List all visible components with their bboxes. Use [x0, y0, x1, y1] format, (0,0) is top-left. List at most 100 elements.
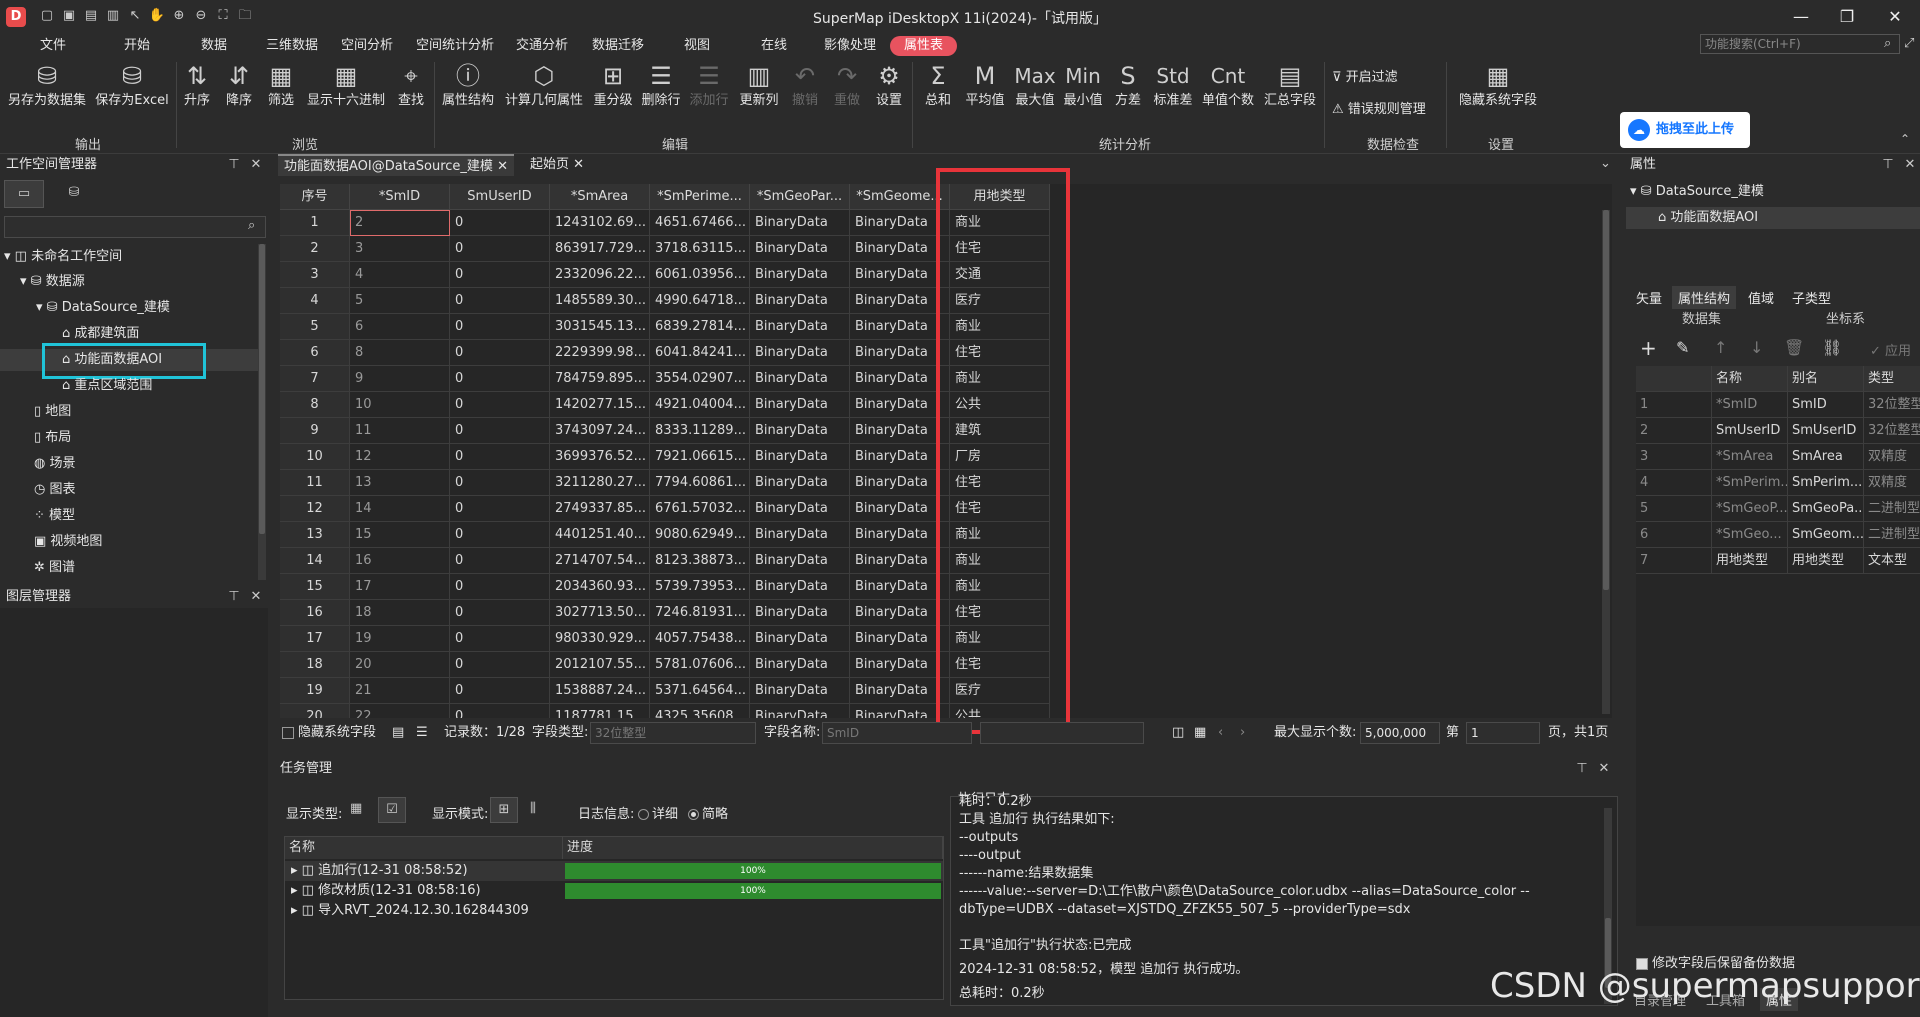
table-cell-smarea[interactable]: 3031545.13...	[550, 314, 650, 340]
close-icon[interactable]: ✕	[1596, 758, 1612, 780]
table-cell-smid[interactable]: 18	[350, 600, 450, 626]
field-cell-name[interactable]: 用地类型	[1712, 548, 1788, 574]
table-cell-smperimeter[interactable]: 6761.57032...	[650, 496, 750, 522]
table-cell-smgeometry[interactable]: BinaryData	[850, 236, 950, 262]
table-cell-smperimeter[interactable]: 8123.38873...	[650, 548, 750, 574]
table-cell-smarea[interactable]: 1538887.24...	[550, 678, 650, 704]
table-cell-smgeometry[interactable]: BinaryData	[850, 366, 950, 392]
attr-structure-button[interactable]: ⓘ 属性结构	[440, 60, 496, 116]
row-header[interactable]: 7	[280, 366, 350, 392]
field-cell-type[interactable]: 32位整型	[1864, 418, 1920, 444]
row-header[interactable]: 20	[280, 704, 350, 718]
table-cell-smgeoparam[interactable]: BinaryData	[750, 418, 850, 444]
column-header-smarea[interactable]: *SmArea	[550, 184, 650, 210]
table-cell-smperimeter[interactable]: 6061.03956...	[650, 262, 750, 288]
table-cell-smid[interactable]: 16	[350, 548, 450, 574]
table-cell-smarea[interactable]: 3211280.27...	[550, 470, 650, 496]
field-cell-type[interactable]: 双精度	[1864, 470, 1920, 496]
table-cell-smgeoparam[interactable]: BinaryData	[750, 444, 850, 470]
table-cell-smgeoparam[interactable]: BinaryData	[750, 600, 850, 626]
calendar-icon[interactable]: ▦	[350, 801, 362, 816]
table-cell-smgeometry[interactable]: BinaryData	[850, 548, 950, 574]
field-cell-alias[interactable]: SmGeom...	[1788, 522, 1864, 548]
table-cell-smgeoparam[interactable]: BinaryData	[750, 392, 850, 418]
menu-3d-data[interactable]: 三维数据	[262, 36, 322, 56]
table-icon[interactable]: ▦	[1194, 724, 1206, 742]
move-down-icon[interactable]: ↓	[1750, 338, 1763, 357]
show-hex-button[interactable]: ▦ 显示十六进制	[304, 60, 388, 116]
table-cell-smid[interactable]: 11	[350, 418, 450, 444]
table-cell-smgeometry[interactable]: BinaryData	[850, 262, 950, 288]
field-cell-alias[interactable]: SmPerim...	[1788, 470, 1864, 496]
prop-tab-vector[interactable]: 矢量	[1636, 288, 1662, 307]
stddev-button[interactable]: Std 标准差	[1150, 60, 1196, 116]
tree-workspace[interactable]: ▾ ◫ 未命名工作空间	[4, 246, 122, 268]
save-as-excel-button[interactable]: ⛁ 保存为Excel	[92, 60, 172, 116]
table-cell-smid[interactable]: 2	[350, 210, 450, 236]
menu-view[interactable]: 视图	[680, 36, 714, 56]
field-cell-name[interactable]: *SmGeo...	[1712, 522, 1788, 548]
menu-traffic[interactable]: 交通分析	[512, 36, 572, 56]
search-icon[interactable]: ⌕	[1884, 36, 1891, 51]
prop-tree-dataset[interactable]: ⌂ 功能面数据AOI	[1626, 207, 1920, 229]
row-header[interactable]: 8	[280, 392, 350, 418]
table-cell-smuserid[interactable]: 0	[450, 626, 550, 652]
edit-field-icon[interactable]: ✎	[1676, 338, 1689, 357]
table-cell-smuserid[interactable]: 0	[450, 392, 550, 418]
menu-start[interactable]: 开始	[120, 36, 154, 56]
column-header-smid[interactable]: *SmID	[350, 184, 450, 210]
prop-tab-subtype[interactable]: 子类型	[1792, 288, 1831, 307]
field-col-type[interactable]: 类型	[1864, 366, 1920, 392]
apply-button[interactable]: ✓ 应用	[1870, 340, 1911, 359]
table-cell-smarea[interactable]: 3027713.50...	[550, 600, 650, 626]
table-cell-smperimeter[interactable]: 7921.06615...	[650, 444, 750, 470]
row-header[interactable]: 10	[280, 444, 350, 470]
enable-filter-button[interactable]: ⊽ 开启过滤	[1332, 66, 1398, 85]
tree-charts[interactable]: ◷ 图表	[34, 479, 76, 501]
workspace-search-input[interactable]	[4, 216, 266, 238]
table-cell-smgeometry[interactable]: BinaryData	[850, 600, 950, 626]
column-header-smgeoparam[interactable]: *SmGeoPar...	[750, 184, 850, 210]
table-cell-smid[interactable]: 17	[350, 574, 450, 600]
collapse-ribbon-icon[interactable]: ⌃	[1900, 132, 1910, 146]
table-cell-smgeometry[interactable]: BinaryData	[850, 496, 950, 522]
table-cell-smuserid[interactable]: 0	[450, 496, 550, 522]
row-header[interactable]: 6	[280, 340, 350, 366]
field-cell-name[interactable]: *SmArea	[1712, 444, 1788, 470]
list-icon[interactable]: ☰	[416, 724, 428, 742]
table-cell-smgeoparam[interactable]: BinaryData	[750, 522, 850, 548]
table-cell-smuserid[interactable]: 0	[450, 418, 550, 444]
row-header[interactable]: 5	[280, 314, 350, 340]
max-display-input[interactable]: 5,000,000	[1360, 722, 1440, 744]
table-cell-smperimeter[interactable]: 4325.35608...	[650, 704, 750, 718]
update-column-button[interactable]: ▥ 更新列	[738, 60, 780, 116]
table-cell-smgeometry[interactable]: BinaryData	[850, 652, 950, 678]
menu-spatial-analysis[interactable]: 空间分析	[337, 36, 397, 56]
freeze-icon[interactable]: ◫	[1172, 724, 1184, 742]
ascending-button[interactable]: ⇅ 升序	[180, 60, 214, 116]
table-cell-smid[interactable]: 4	[350, 262, 450, 288]
prop-tab-attr-structure[interactable]: 属性结构	[1672, 286, 1737, 309]
tab-list-icon[interactable]: ⌄	[1600, 156, 1611, 171]
table-cell-smgeometry[interactable]: BinaryData	[850, 678, 950, 704]
table-cell-smgeoparam[interactable]: BinaryData	[750, 652, 850, 678]
table-cell-smgeometry[interactable]: BinaryData	[850, 340, 950, 366]
regroup-button[interactable]: ⊞ 重分级	[592, 60, 634, 116]
table-cell-smuserid[interactable]: 0	[450, 522, 550, 548]
menu-spatial-stats[interactable]: 空间统计分析	[412, 36, 498, 56]
table-cell-smarea[interactable]: 2034360.93...	[550, 574, 650, 600]
table-cell-smid[interactable]: 6	[350, 314, 450, 340]
table-cell-smarea[interactable]: 4401251.40...	[550, 522, 650, 548]
detail-radio[interactable]: 详细	[638, 803, 678, 822]
redo-button[interactable]: ↷ 重做	[830, 60, 864, 116]
tree-scenes[interactable]: ◍ 场景	[34, 453, 76, 475]
close-icon[interactable]: ✕	[497, 159, 508, 174]
row-header[interactable]: 2	[280, 236, 350, 262]
add-field-icon[interactable]: +	[1640, 336, 1657, 360]
field-cell-alias[interactable]: 用地类型	[1788, 548, 1864, 574]
field-cell-name[interactable]: SmUserID	[1712, 418, 1788, 444]
field-cell-alias[interactable]: SmGeoPa...	[1788, 496, 1864, 522]
undo-button[interactable]: ↶ 撤销	[788, 60, 822, 116]
column-header-smperimeter[interactable]: *SmPerime...	[650, 184, 750, 210]
save-as-dataset-button[interactable]: ⛁ 另存为数据集	[6, 60, 88, 116]
